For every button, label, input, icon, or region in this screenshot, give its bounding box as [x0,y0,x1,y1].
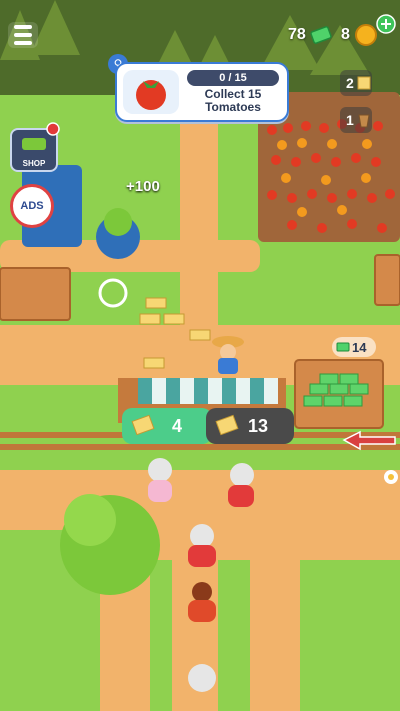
bucket-inventory-badge: 1 [340,107,372,133]
gold-coin-icon [355,24,377,46]
tomato-icon [136,80,166,110]
top-bar: 78 8 [0,12,400,56]
cheese-block-icon [357,76,371,90]
queue-counter: 13 [206,408,294,444]
notification-dot [46,122,60,136]
exit-arrow-sign [342,430,396,451]
cheese-stall-counter: 4 [122,408,212,444]
add-currency-button[interactable] [376,14,396,34]
cheese-stall-count: 4 [172,415,183,436]
coin-amount: 8 [341,26,350,43]
bucket-count: 1 [346,112,354,128]
reward-popup: +100 [126,178,160,195]
task-description: Collect 15 Tomatoes [204,87,262,114]
shop-cart-icon [22,138,46,150]
shop-label: SHOP [22,159,46,168]
cheese-block-icon [215,414,239,436]
cash-bill-icon [310,26,332,44]
cheese-count: 2 [346,75,354,91]
daisy-flower [384,470,398,484]
cash-bill-icon [336,342,350,352]
characters [148,336,254,692]
bucket-icon [358,114,370,128]
task-icon-frame [123,70,179,114]
ads-label: ADS [20,200,44,212]
cash-amount: 78 [288,26,306,43]
cash-stack-badge: 14 [332,337,376,357]
tomato-field [267,119,395,233]
queue-count: 13 [248,415,269,436]
task-progress: 0 / 15 [187,70,279,86]
cheese-inventory-badge: 2 [340,70,372,96]
task-card[interactable]: 0 / 15 Collect 15 Tomatoes [115,62,289,122]
no-ads-button[interactable]: ADS [10,184,54,228]
cheese-block-icon [131,414,155,436]
cash-stack-value: 14 [352,339,367,355]
shop-button[interactable]: SHOP [10,122,60,172]
menu-button[interactable] [8,22,38,48]
